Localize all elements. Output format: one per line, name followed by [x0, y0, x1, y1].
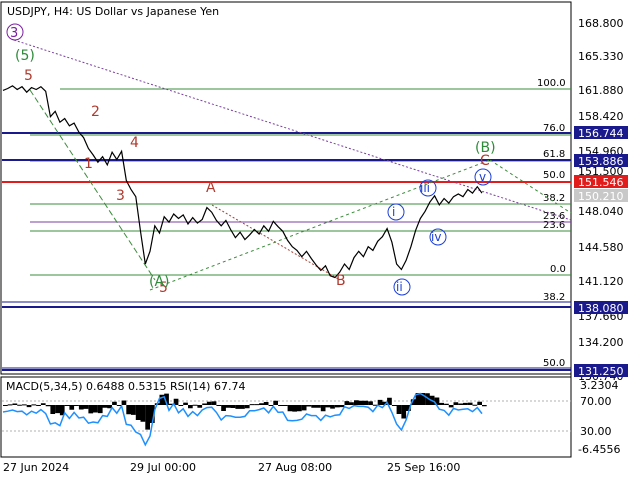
wave-label-A: A	[206, 180, 216, 196]
price-tag-label: 131.250	[578, 365, 624, 378]
price-tag-label: 153.886	[578, 155, 624, 168]
fib-label: 100.0	[537, 78, 566, 89]
fib-label: 50.0	[543, 358, 565, 369]
fib-label: 0.0	[550, 264, 566, 275]
price-tick: 148.040	[578, 205, 624, 218]
time-tick: 27 Jun 2024	[3, 461, 69, 474]
price-tick: 134.200	[578, 336, 624, 349]
fib-label: 23.6	[543, 220, 565, 231]
chart-title: USDJPY, H4: US Dollar vs Japanese Yen	[7, 5, 219, 18]
price-tag-label: 156.744	[578, 127, 624, 140]
indicator-title: MACD(5,34,5) 0.6488 0.5315 RSI(14) 67.74	[6, 380, 245, 393]
fib-label: 61.8	[543, 149, 565, 160]
time-tick: 27 Aug 08:00	[258, 461, 332, 474]
wave-label-B: B	[336, 273, 346, 289]
indicator-tick: 70.00	[580, 395, 612, 408]
time-tick: 29 Jul 00:00	[130, 461, 196, 474]
fib-label: 50.0	[543, 170, 565, 181]
wave-label-1: 1	[84, 156, 93, 172]
wave-label-iv: iv	[431, 230, 441, 244]
time-tick: 25 Sep 16:00	[387, 461, 460, 474]
price-tick: 161.880	[578, 84, 624, 97]
wave-label-3-red: 3	[116, 188, 125, 204]
price-tick: 165.330	[578, 50, 624, 63]
price-tag-label: 150.210	[578, 190, 624, 203]
wave-label-2: 2	[91, 104, 100, 120]
fib-label: 76.0	[543, 123, 565, 134]
wave-label-iii: iii	[420, 181, 430, 195]
fib-label: 38.2	[543, 292, 565, 303]
wave-label-A-green: (A)	[149, 274, 170, 290]
fib-label: 38.2	[543, 193, 565, 204]
time-axis: 27 Jun 2024 29 Jul 00:00 27 Aug 08:00 25…	[3, 461, 460, 474]
wave-label-C: C	[480, 153, 490, 169]
price-panel-frame	[0, 1, 572, 375]
price-tag-label: 138.080	[578, 302, 624, 315]
wave-label-5-green: (5)	[15, 48, 35, 64]
price-tick: 141.120	[578, 275, 624, 288]
indicator-tick: -6.4556	[578, 443, 620, 456]
price-tick: 144.580	[578, 241, 624, 254]
indicator-tick: 3.2304	[580, 379, 619, 392]
chart-svg: USDJPY, H4: US Dollar vs Japanese Yen MA…	[0, 1, 628, 474]
wave-label-3: 3	[10, 26, 18, 41]
price-tag-label: 151.546	[578, 176, 624, 189]
price-tick: 168.800	[578, 17, 624, 30]
wave-label-5-red: 5	[24, 68, 33, 84]
price-tick: 158.420	[578, 110, 624, 123]
wave-label-v: v	[479, 170, 486, 184]
wave-label-ii: ii	[396, 280, 403, 294]
indicator-tick: 30.00	[580, 425, 612, 438]
wave-label-4: 4	[130, 135, 139, 151]
chart-window: USDJPY, H4: US Dollar vs Japanese Yen MA…	[0, 0, 640, 480]
wave-label-i: i	[392, 205, 395, 219]
